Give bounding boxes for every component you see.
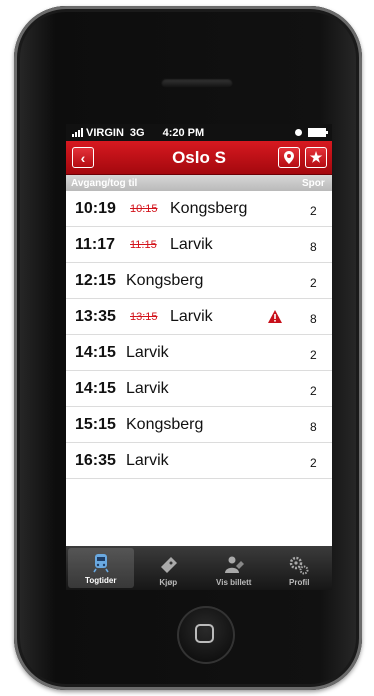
track-number: 2 [310, 348, 317, 362]
tab-vis-billett[interactable]: Vis billett [201, 546, 267, 590]
page-title: Oslo S [172, 147, 226, 167]
battery-icon [308, 128, 328, 137]
warning-icon [268, 310, 282, 323]
alarm-icon [295, 129, 302, 136]
destination: Kongsberg [170, 199, 248, 217]
clock: 4:20 PM [162, 126, 205, 139]
track-number: 2 [310, 456, 317, 470]
back-button[interactable]: ‹ [72, 147, 94, 168]
speaker-grille [161, 78, 233, 88]
tab-profil[interactable]: Profil [267, 546, 333, 590]
tab-label: Kjøp [159, 578, 178, 587]
destination: Larvik [170, 235, 213, 253]
train-icon [93, 554, 109, 573]
track-number: 2 [310, 204, 317, 218]
departure-time: 12:15 [75, 271, 116, 289]
departure-row[interactable]: 16:35Larvik2› [66, 443, 332, 479]
departure-row[interactable]: 11:1711:15Larvik8› [66, 227, 332, 263]
track-number: 2 [310, 384, 317, 398]
track-number: 8 [310, 240, 317, 254]
home-button[interactable] [177, 606, 235, 664]
departure-list: 10:1910:15Kongsberg2›11:1711:15Larvik8›1… [66, 191, 332, 479]
departure-time: 15:15 [75, 415, 116, 433]
track-number: 8 [310, 420, 317, 434]
departure-row[interactable]: 15:15Kongsberg8› [66, 407, 332, 443]
track-number: 8 [310, 312, 317, 326]
ticket-icon [161, 557, 178, 573]
departure-time: 11:17 [75, 235, 116, 253]
departure-time: 14:15 [75, 379, 116, 397]
column-header: Avgang/tog til Spor [66, 175, 332, 191]
favorite-button[interactable]: ★ [305, 147, 327, 168]
column-track: Spor [302, 177, 325, 189]
location-button[interactable] [278, 147, 300, 168]
nav-bar: ‹ Oslo S ★ [66, 141, 332, 175]
location-pin-icon [284, 151, 294, 164]
tab-label: Profil [289, 578, 310, 587]
departure-row[interactable]: 12:15Kongsberg2› [66, 263, 332, 299]
screen: VIRGIN 3G 4:20 PM ‹ Oslo S ★ Avgang/tog … [66, 124, 332, 590]
person-ticket-icon [224, 556, 244, 573]
destination: Larvik [126, 451, 169, 469]
original-time: 11:15 [130, 239, 157, 251]
tab-kj-p[interactable]: Kjøp [136, 546, 202, 590]
destination: Larvik [126, 379, 169, 397]
track-number: 2 [310, 276, 317, 290]
departure-row[interactable]: 13:3513:15Larvik8› [66, 299, 332, 335]
tab-label: Vis billett [216, 578, 252, 587]
departure-row[interactable]: 14:15Larvik2› [66, 335, 332, 371]
signal-icon [72, 128, 83, 137]
destination: Kongsberg [126, 415, 204, 433]
departure-time: 10:19 [75, 199, 116, 217]
original-time: 13:15 [130, 311, 158, 323]
carrier-label: VIRGIN [86, 126, 124, 139]
chevron-left-icon: ‹ [80, 149, 86, 166]
home-square-icon [195, 624, 214, 643]
destination: Larvik [170, 307, 213, 325]
gears-icon [290, 556, 309, 575]
departure-row[interactable]: 14:15Larvik2› [66, 371, 332, 407]
network-label: 3G [129, 126, 145, 139]
phone-frame: VIRGIN 3G 4:20 PM ‹ Oslo S ★ Avgang/tog … [14, 6, 362, 690]
tab-bar: Togtider Kjøp Vis billett Profil [66, 546, 332, 590]
original-time: 10:15 [130, 203, 158, 215]
departure-time: 16:35 [75, 451, 116, 469]
status-bar: VIRGIN 3G 4:20 PM [66, 124, 332, 141]
departure-time: 13:35 [75, 307, 116, 325]
departure-time: 14:15 [75, 343, 116, 361]
destination: Larvik [126, 343, 169, 361]
star-icon: ★ [309, 149, 323, 165]
tab-label: Togtider [85, 576, 117, 585]
column-departure: Avgang/tog til [71, 177, 138, 189]
destination: Kongsberg [126, 271, 204, 289]
tab-togtider[interactable]: Togtider [68, 548, 134, 588]
departure-row[interactable]: 10:1910:15Kongsberg2› [66, 191, 332, 227]
